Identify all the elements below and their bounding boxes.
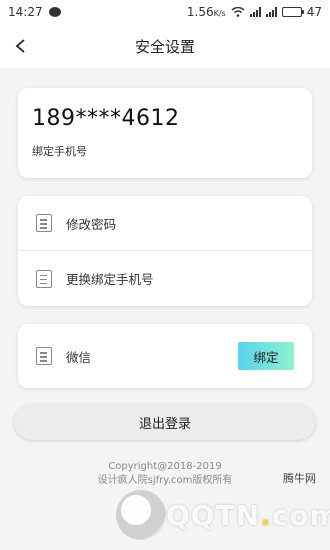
back-button[interactable] [14, 24, 44, 68]
logout-button[interactable]: 退出登录 [14, 404, 316, 440]
watermark-text: QQTN.com [166, 499, 330, 532]
watermark-logo-icon [116, 490, 166, 540]
wechat-card: 微信 绑定 [18, 324, 312, 388]
wifi-icon [231, 7, 245, 17]
phone-card: 189****4612 绑定手机号 [18, 88, 312, 178]
battery-level: 47 [306, 5, 322, 19]
document-icon [36, 347, 52, 365]
bind-wechat-button[interactable]: 绑定 [238, 342, 294, 370]
status-time: 14:27 [8, 5, 43, 19]
change-password-row[interactable]: 修改密码 [18, 196, 312, 251]
signal-4g-icon [249, 7, 261, 17]
navigation-bar: 安全设置 [0, 24, 330, 68]
chevron-left-icon [15, 39, 25, 53]
change-phone-row[interactable]: 更换绑定手机号 [18, 251, 312, 306]
watermark: 腾牛网 QQTN.com [116, 470, 330, 540]
change-password-label: 修改密码 [66, 216, 117, 232]
phone-number: 189****4612 [32, 106, 180, 131]
watermark-brand: 腾牛网 [283, 472, 316, 485]
status-bar: 14:27 1.56K/s 47 [0, 0, 330, 24]
chat-bubble-icon [48, 7, 61, 17]
wechat-label: 微信 [66, 349, 92, 365]
page-title: 安全设置 [134, 37, 195, 56]
phone-caption: 绑定手机号 [32, 145, 87, 158]
network-speed: 1.56K/s [186, 5, 226, 19]
change-phone-label: 更换绑定手机号 [66, 272, 154, 287]
battery-icon [281, 7, 304, 17]
signal-4g-secondary-icon [265, 7, 277, 17]
security-menu: 修改密码 更换绑定手机号 [18, 196, 312, 306]
document-icon [36, 214, 52, 232]
document-icon [36, 269, 52, 288]
